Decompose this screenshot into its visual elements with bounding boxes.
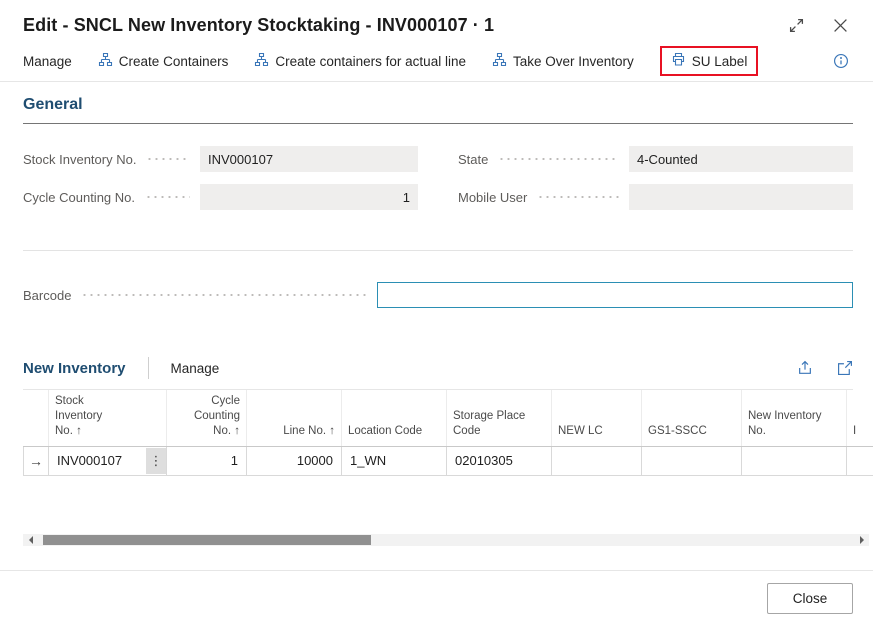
scrollbar-thumb[interactable]	[43, 535, 371, 545]
create-containers-action[interactable]: Create Containers	[98, 52, 229, 70]
col-new-lc[interactable]: NEW LC	[552, 390, 642, 446]
col-cycle-counting-no[interactable]: Cycle Counting No. ↑	[167, 390, 247, 446]
open-in-new-window-icon[interactable]	[837, 360, 853, 376]
row-selector-cell[interactable]: →	[24, 446, 49, 475]
cell-new-lc[interactable]	[552, 446, 642, 475]
state-field: State 4-Counted	[458, 146, 853, 172]
row-selector-icon: →	[29, 453, 43, 469]
dotted-leader	[145, 184, 190, 210]
horizontal-scrollbar	[23, 533, 869, 547]
new-inventory-header: New Inventory Manage	[23, 357, 853, 390]
vertical-separator	[148, 357, 149, 379]
cell-partial[interactable]	[847, 446, 873, 475]
dotted-leader	[81, 282, 367, 308]
close-icon[interactable]	[831, 17, 849, 35]
new-inventory-table: Stock Inventory No. ↑ Cycle Counting No.…	[23, 390, 873, 476]
scroll-right-icon[interactable]	[855, 534, 869, 546]
cycle-counting-no-value[interactable]: 1	[200, 184, 418, 210]
cell-gs1-sscc[interactable]	[642, 446, 742, 475]
action-bar: Manage Create Containers Create containe…	[0, 44, 873, 82]
dotted-leader	[537, 184, 619, 210]
su-label-action[interactable]: SU Label	[671, 52, 748, 70]
mobile-user-value[interactable]	[629, 184, 853, 210]
take-over-inventory-label: Take Over Inventory	[513, 54, 634, 69]
state-label: State	[458, 152, 488, 167]
manage-action-label: Manage	[23, 54, 72, 69]
cell-stock-inventory-no[interactable]: INV000107 ⋮	[49, 446, 167, 475]
mobile-user-field: Mobile User	[458, 184, 853, 210]
expand-icon[interactable]	[787, 17, 805, 35]
titlebar: Edit - SNCL New Inventory Stocktaking - …	[0, 0, 873, 44]
subpage-icons	[797, 360, 853, 376]
cell-location-code[interactable]: 1_WN	[342, 446, 447, 475]
table-header-row: Stock Inventory No. ↑ Cycle Counting No.…	[24, 390, 873, 446]
mobile-user-label: Mobile User	[458, 190, 527, 205]
dotted-leader	[146, 146, 190, 172]
printer-icon	[671, 52, 686, 70]
general-fields: Stock Inventory No. INV000107 State 4-Co…	[0, 124, 873, 210]
info-icon[interactable]	[833, 53, 849, 69]
su-label-highlight: SU Label	[660, 46, 759, 76]
barcode-field: Barcode	[23, 281, 853, 309]
general-section-heading[interactable]: General	[23, 96, 853, 124]
barcode-label: Barcode	[23, 288, 71, 303]
section-divider	[23, 250, 853, 251]
footer: Close	[0, 570, 873, 626]
cell-storage-place-code[interactable]: 02010305	[447, 446, 552, 475]
org-chart-icon	[98, 52, 113, 70]
stock-inventory-no-field: Stock Inventory No. INV000107	[23, 146, 418, 172]
cell-new-inventory-no[interactable]	[742, 446, 847, 475]
share-icon[interactable]	[797, 360, 813, 376]
state-value[interactable]: 4-Counted	[629, 146, 853, 172]
cycle-counting-no-label: Cycle Counting No.	[23, 190, 135, 205]
scroll-left-icon[interactable]	[23, 534, 37, 546]
col-partial[interactable]: I	[847, 390, 873, 446]
cycle-counting-no-field: Cycle Counting No. 1	[23, 184, 418, 210]
col-gs1-sscc[interactable]: GS1-SSCC	[642, 390, 742, 446]
col-location-code[interactable]: Location Code	[342, 390, 447, 446]
col-storage-place-code[interactable]: Storage Place Code	[447, 390, 552, 446]
dotted-leader	[498, 146, 619, 172]
create-containers-actual-line-label: Create containers for actual line	[275, 54, 466, 69]
manage-action[interactable]: Manage	[23, 54, 72, 69]
create-containers-actual-line-action[interactable]: Create containers for actual line	[254, 52, 466, 70]
stock-inventory-no-value[interactable]: INV000107	[200, 146, 418, 172]
take-over-inventory-action[interactable]: Take Over Inventory	[492, 52, 634, 70]
org-chart-icon	[254, 52, 269, 70]
col-new-inventory-no[interactable]: New Inventory No.	[742, 390, 847, 446]
cell-line-no[interactable]: 10000	[247, 446, 342, 475]
col-line-no[interactable]: Line No. ↑	[247, 390, 342, 446]
cell-cycle-counting-no[interactable]: 1	[167, 446, 247, 475]
barcode-input[interactable]	[377, 282, 853, 308]
org-chart-icon	[492, 52, 507, 70]
row-options-icon[interactable]: ⋮	[146, 448, 166, 474]
close-button[interactable]: Close	[767, 583, 853, 614]
create-containers-label: Create Containers	[119, 54, 229, 69]
page-title: Edit - SNCL New Inventory Stocktaking - …	[23, 15, 494, 36]
gutter-header	[24, 390, 49, 446]
scrollbar-track[interactable]	[37, 534, 855, 546]
new-inventory-manage[interactable]: Manage	[171, 361, 220, 376]
new-inventory-title[interactable]: New Inventory	[23, 360, 126, 377]
window-controls	[787, 17, 849, 35]
su-label-label: SU Label	[692, 54, 748, 69]
col-stock-inventory-no[interactable]: Stock Inventory No. ↑	[49, 390, 167, 446]
table-row: → INV000107 ⋮ 1 10000 1_WN 02010305	[24, 446, 873, 475]
stock-inventory-no-label: Stock Inventory No.	[23, 152, 136, 167]
